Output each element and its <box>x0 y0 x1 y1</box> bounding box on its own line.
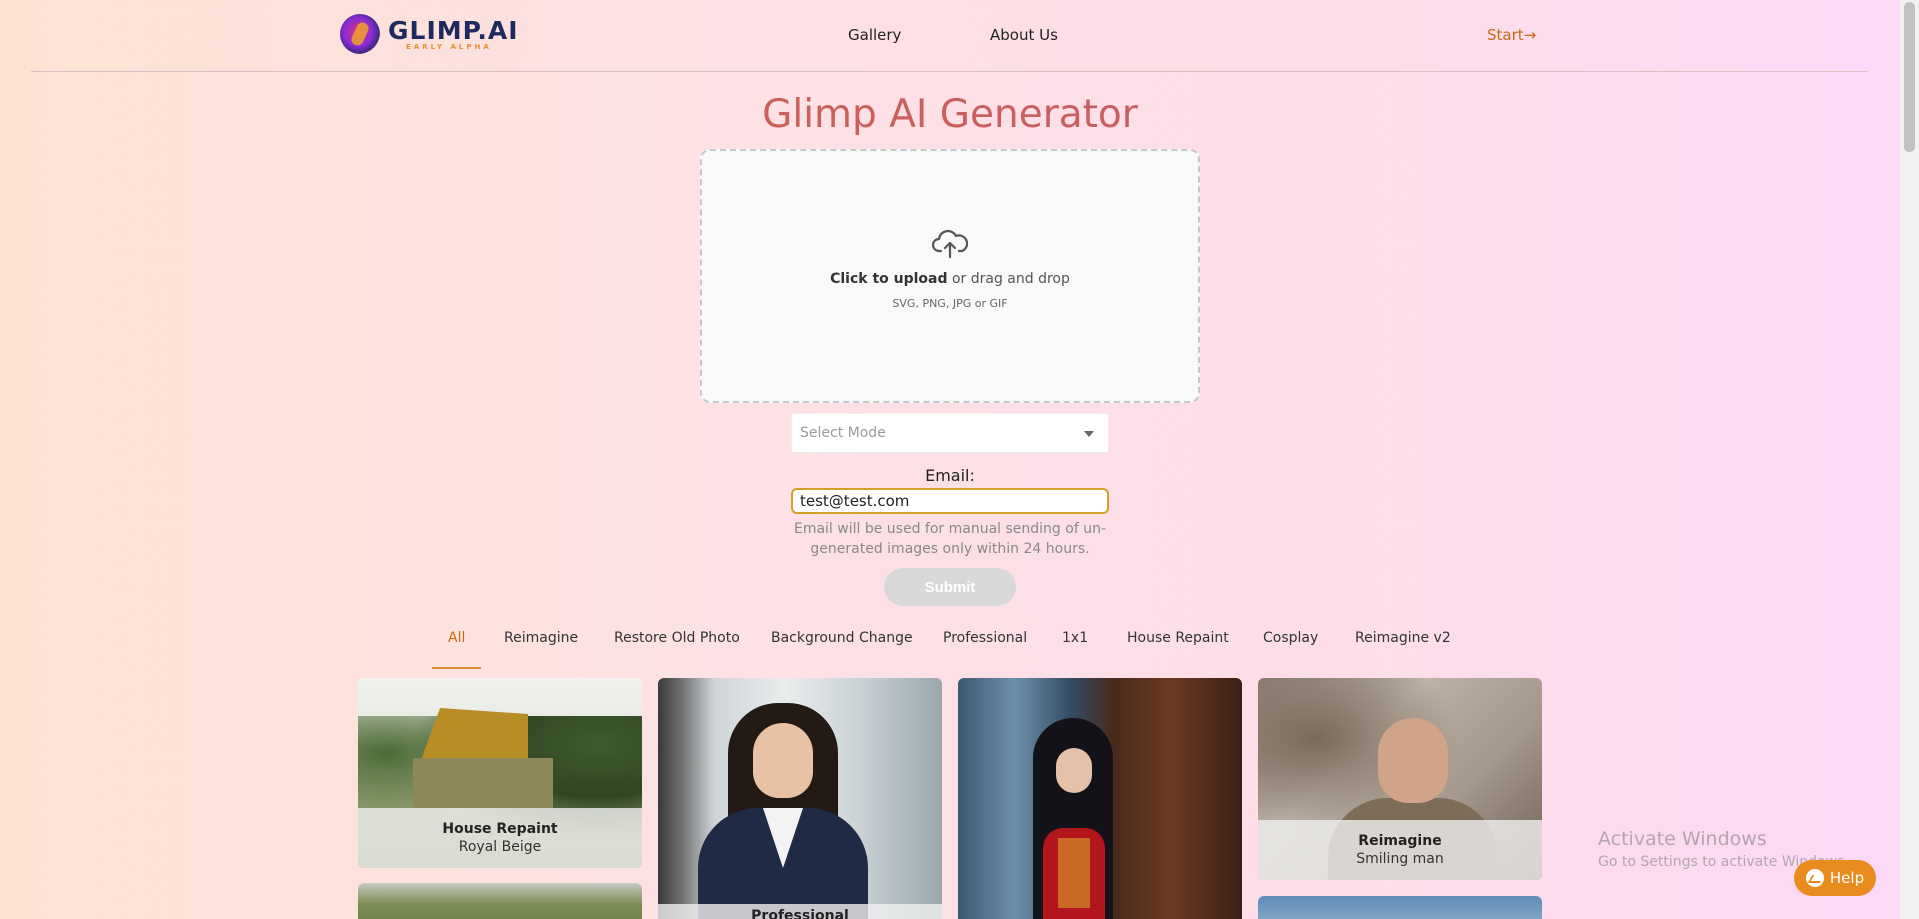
card-title: Professional <box>751 908 849 919</box>
card-caption: Professional <box>658 904 942 919</box>
card-subtitle: Smiling man <box>1356 851 1444 867</box>
upload-file-types: SVG, PNG, JPG or GIF <box>892 296 1008 310</box>
click-to-upload-label: Click to upload <box>830 270 948 287</box>
tab-professional[interactable]: Professional <box>943 630 1027 668</box>
nav-about-link[interactable]: About Us <box>990 26 1058 44</box>
gallery-card-house-repaint[interactable]: House Repaint Royal Beige <box>358 678 642 868</box>
card-caption: House Repaint Royal Beige <box>358 808 642 868</box>
logo-mark-icon <box>340 14 380 54</box>
upload-dropzone[interactable]: Click to upload or drag and drop SVG, PN… <box>700 149 1200 403</box>
chevron-down-icon <box>1084 431 1094 437</box>
logo-subtitle: EARLY ALPHA <box>406 42 492 51</box>
cosplay-face <box>1056 748 1092 793</box>
messenger-icon <box>1805 869 1824 887</box>
header-divider <box>31 71 1868 72</box>
upload-instructions: Click to upload or drag and drop <box>830 271 1070 287</box>
watermark-title: Activate Windows <box>1598 828 1767 850</box>
cloud-upload-icon <box>932 229 968 258</box>
card-caption: Reimagine Smiling man <box>1258 820 1542 880</box>
cosplay-corset <box>1058 838 1090 908</box>
gallery-card-cosplay[interactable] <box>958 678 1242 919</box>
gallery-card-professional[interactable]: Professional <box>658 678 942 919</box>
mode-select-placeholder: Select Mode <box>800 425 886 441</box>
mode-select[interactable]: Select Mode <box>791 413 1109 453</box>
start-link[interactable]: Start→ <box>1487 26 1536 44</box>
tab-all[interactable]: All <box>448 630 465 668</box>
portrait-face <box>753 723 813 798</box>
email-note: Email will be used for manual sending of… <box>793 521 1107 557</box>
gallery-card[interactable] <box>358 883 642 919</box>
tab-reimagine-v2[interactable]: Reimagine v2 <box>1355 630 1451 668</box>
active-tab-indicator <box>432 667 481 669</box>
page-scrollbar[interactable] <box>1900 0 1919 919</box>
help-label: Help <box>1829 869 1865 887</box>
logo-title: GLIMP.AI <box>388 15 519 45</box>
nav-gallery-link[interactable]: Gallery <box>848 26 901 44</box>
tab-reimagine[interactable]: Reimagine <box>504 630 578 668</box>
card-subtitle: Royal Beige <box>458 839 542 855</box>
top-nav: GLIMP.AI EARLY ALPHA Gallery About Us St… <box>0 0 1900 72</box>
email-label: Email: <box>925 466 975 485</box>
card-title: House Repaint <box>442 821 558 837</box>
help-button[interactable]: Help <box>1794 860 1876 896</box>
gallery-card[interactable] <box>1258 896 1542 919</box>
tab-1x1[interactable]: 1x1 <box>1062 630 1088 668</box>
email-field[interactable] <box>791 488 1109 514</box>
page-title: Glimp AI Generator <box>0 92 1900 137</box>
gallery-card-reimagine[interactable]: Reimagine Smiling man <box>1258 678 1542 880</box>
scrollbar-thumb[interactable] <box>1904 2 1915 152</box>
card-title: Reimagine <box>1358 833 1442 849</box>
tab-cosplay[interactable]: Cosplay <box>1263 630 1318 668</box>
house-body <box>413 758 553 808</box>
portrait-head <box>1378 718 1448 803</box>
tab-house-repaint[interactable]: House Repaint <box>1127 630 1229 668</box>
submit-button[interactable]: Submit <box>884 568 1016 606</box>
tab-restore-old-photo[interactable]: Restore Old Photo <box>614 630 740 668</box>
logo[interactable]: GLIMP.AI EARLY ALPHA <box>340 14 519 54</box>
drag-drop-label: or drag and drop <box>947 270 1070 287</box>
tab-background-change[interactable]: Background Change <box>771 630 913 668</box>
